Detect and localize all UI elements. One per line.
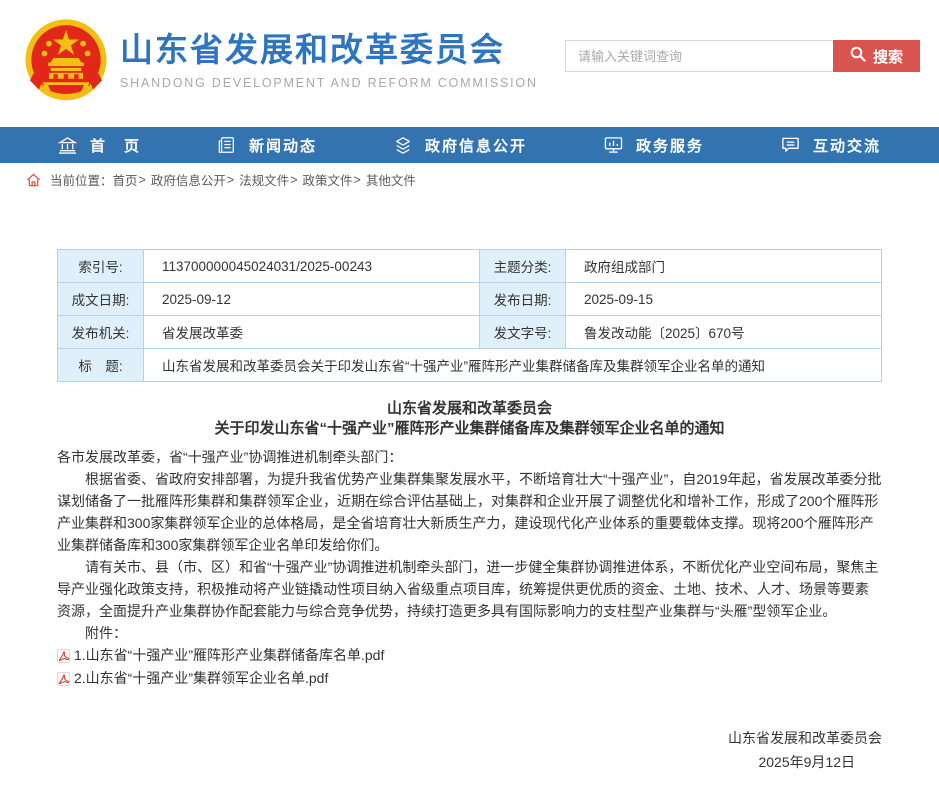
news-icon [218, 136, 236, 154]
meta-label-publish-date: 发布日期: [480, 283, 566, 316]
breadcrumb-regulations[interactable]: 法规文件 [239, 170, 289, 189]
meta-label-title: 标 题: [58, 349, 144, 382]
pdf-icon [57, 672, 70, 686]
search-button[interactable]: 搜索 [833, 40, 920, 72]
attachment-label: 附件： [57, 622, 882, 644]
article-salutation: 各市发展改革委，省“十强产业”协调推进机制牵头部门： [57, 446, 882, 468]
attachment-name: 1.山东省“十强产业”雁阵形产业集群储备库名单.pdf [74, 644, 384, 667]
attachment-link-2[interactable]: 2.山东省“十强产业”集群领军企业名单.pdf [57, 667, 882, 690]
signature-date: 2025年9月12日 [57, 750, 882, 774]
site-header: 山东省发展和改革委员会 SHANDONG DEVELOPMENT AND REF… [0, 0, 939, 127]
signature-org: 山东省发展和改革委员会 [57, 726, 882, 750]
article-paragraph-1: 根据省委、省政府安排部署，为提升我省优势产业集群集聚发展水平，不断培育壮大“十强… [57, 468, 882, 556]
search-button-label: 搜索 [873, 46, 903, 67]
article-title-line1: 山东省发展和改革委员会 [57, 399, 882, 419]
breadcrumb-gov-info[interactable]: 政府信息公开 [151, 170, 226, 189]
nav-item-news[interactable]: 新闻动态 [218, 135, 317, 156]
bank-icon [58, 136, 77, 154]
nav-label: 互动交流 [813, 135, 881, 156]
article-body: 山东省发展和改革委员会 关于印发山东省“十强产业”雁阵形产业集群储备库及集群领军… [57, 399, 882, 788]
meta-value-issuing-org: 省发展改革委 [144, 316, 480, 349]
search-box: 搜索 [565, 40, 920, 72]
nav-item-home[interactable]: 首 页 [58, 135, 141, 156]
document-meta-table: 索引号: 113700000045024031/2025-00243 主题分类:… [57, 249, 882, 382]
table-row: 发布机关: 省发展改革委 发文字号: 鲁发改动能〔2025〕670号 [58, 316, 882, 349]
nav-item-gov-info[interactable]: 政府信息公开 [394, 135, 527, 156]
layers-icon [394, 136, 412, 155]
signature-block: 山东省发展和改革委员会 2025年9月12日 [57, 726, 882, 788]
meta-value-written-date: 2025-09-12 [144, 283, 480, 316]
attachment-link-1[interactable]: 1.山东省“十强产业”雁阵形产业集群储备库名单.pdf [57, 644, 882, 667]
nav-item-interaction[interactable]: 互动交流 [781, 135, 881, 156]
nav-label: 政府信息公开 [425, 135, 527, 156]
site-subtitle: SHANDONG DEVELOPMENT AND REFORM COMMISSI… [120, 76, 538, 90]
site-title: 山东省发展和改革委员会 [120, 31, 538, 69]
meta-label-index: 索引号: [58, 250, 144, 283]
table-row: 索引号: 113700000045024031/2025-00243 主题分类:… [58, 250, 882, 283]
pdf-icon [57, 649, 70, 663]
breadcrumb-other-files[interactable]: 其他文件 [366, 170, 416, 189]
meta-label-issuing-org: 发布机关: [58, 316, 144, 349]
national-emblem-logo [21, 16, 111, 109]
meta-value-doc-number: 鲁发改动能〔2025〕670号 [566, 316, 882, 349]
main-content: 索引号: 113700000045024031/2025-00243 主题分类:… [0, 249, 939, 788]
nav-label: 首 页 [90, 135, 141, 156]
main-nav: 首 页 新闻动态 政府信息公开 政务服务 [0, 127, 939, 163]
meta-value-index: 113700000045024031/2025-00243 [144, 250, 480, 283]
table-row: 标 题: 山东省发展和改革委员会关于印发山东省“十强产业”雁阵形产业集群储备库及… [58, 349, 882, 382]
chat-icon [781, 136, 800, 154]
article-title-line2: 关于印发山东省“十强产业”雁阵形产业集群储备库及集群领军企业名单的通知 [57, 419, 882, 439]
search-input[interactable] [565, 40, 833, 72]
meta-value-publish-date: 2025-09-15 [566, 283, 882, 316]
meta-label-doc-number: 发文字号: [480, 316, 566, 349]
breadcrumb: 当前位置： 首页> 政府信息公开> 法规文件> 政策文件> 其他文件 [0, 163, 939, 196]
nav-item-services[interactable]: 政务服务 [604, 135, 704, 156]
monitor-icon [604, 136, 623, 154]
nav-label: 政务服务 [636, 135, 704, 156]
article-paragraph-2: 请有关市、县（市、区）和省“十强产业”协调推进机制牵头部门，进一步健全集群协调推… [57, 556, 882, 622]
meta-label-category: 主题分类: [480, 250, 566, 283]
meta-value-title: 山东省发展和改革委员会关于印发山东省“十强产业”雁阵形产业集群储备库及集群领军企… [144, 349, 882, 382]
attachment-name: 2.山东省“十强产业”集群领军企业名单.pdf [74, 667, 328, 690]
meta-value-category: 政府组成部门 [566, 250, 882, 283]
breadcrumb-home[interactable]: 首页 [113, 170, 138, 189]
home-icon [26, 173, 41, 187]
table-row: 成文日期: 2025-09-12 发布日期: 2025-09-15 [58, 283, 882, 316]
meta-label-written-date: 成文日期: [58, 283, 144, 316]
breadcrumb-prefix: 当前位置： [50, 170, 113, 189]
nav-label: 新闻动态 [249, 135, 317, 156]
search-icon [850, 46, 866, 66]
breadcrumb-policy-files[interactable]: 政策文件 [303, 170, 353, 189]
